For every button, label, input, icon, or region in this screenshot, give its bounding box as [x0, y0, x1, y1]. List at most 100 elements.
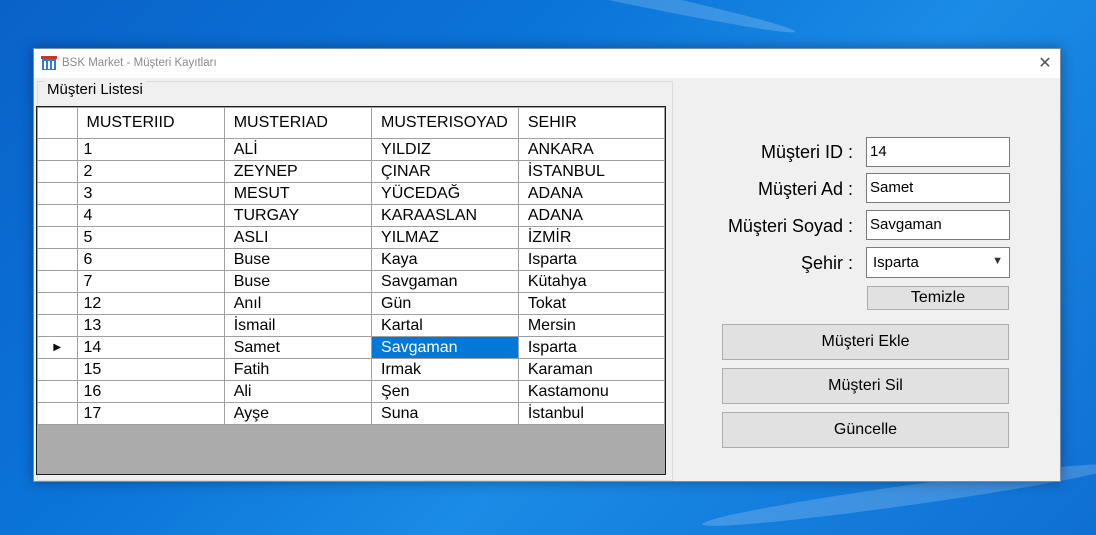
title-bar[interactable]: BSK Market - Müşteri Kayıtları ✕	[34, 49, 1060, 78]
cell-sehir[interactable]: Isparta	[517, 248, 665, 271]
cell-ad[interactable]: MESUT	[223, 182, 373, 205]
cell-sehir[interactable]: İSTANBUL	[517, 160, 665, 183]
market-building-icon	[41, 56, 57, 70]
table-row[interactable]: 15 Fatih Irmak Karaman	[37, 358, 665, 381]
cell-id[interactable]: 16	[76, 380, 225, 403]
cell-soyad-selected[interactable]: Savgaman	[371, 336, 519, 359]
musteri-id-label: Müşteri ID :	[760, 142, 853, 162]
row-header[interactable]	[37, 226, 78, 249]
row-header[interactable]	[37, 182, 78, 205]
table-row[interactable]: 12 Anıl Gün Tokat	[37, 292, 665, 315]
column-header-musteriad[interactable]: MUSTERIAD	[223, 107, 373, 139]
cell-ad[interactable]: Ali	[223, 380, 373, 403]
table-row[interactable]: 1 ALİ YILDIZ ANKARA	[37, 138, 665, 161]
row-header[interactable]	[37, 292, 78, 315]
column-header-musterisoyad[interactable]: MUSTERISOYAD	[371, 107, 519, 139]
table-row[interactable]: 7 Buse Savgaman Kütahya	[37, 270, 665, 293]
table-row[interactable]: 5 ASLI YILMAZ İZMİR	[37, 226, 665, 249]
column-header-musteriid[interactable]: MUSTERIID	[76, 107, 225, 139]
customer-table: MUSTERIID MUSTERIAD MUSTERISOYAD SEHIR 1…	[37, 107, 665, 425]
cell-soyad[interactable]: Şen	[371, 380, 519, 403]
row-header[interactable]	[37, 270, 78, 293]
header-corner[interactable]	[37, 107, 78, 139]
table-row[interactable]: 2 ZEYNEP ÇINAR İSTANBUL	[37, 160, 665, 183]
close-icon[interactable]: ✕	[1030, 49, 1060, 78]
table-row[interactable]: 17 Ayşe Suna İstanbul	[37, 402, 665, 425]
table-row[interactable]: 3 MESUT YÜCEDAĞ ADANA	[37, 182, 665, 205]
cell-soyad[interactable]: Kartal	[371, 314, 519, 337]
cell-id[interactable]: 12	[76, 292, 225, 315]
cell-ad[interactable]: Samet	[223, 336, 373, 359]
row-header[interactable]	[37, 380, 78, 403]
row-header[interactable]	[37, 402, 78, 425]
cell-sehir[interactable]: Karaman	[517, 358, 665, 381]
sehir-select[interactable]: Isparta ▼	[866, 247, 1010, 278]
cell-soyad[interactable]: YILDIZ	[371, 138, 519, 161]
cell-sehir[interactable]: İstanbul	[517, 402, 665, 425]
cell-sehir[interactable]: Tokat	[517, 292, 665, 315]
cell-sehir[interactable]: ANKARA	[517, 138, 665, 161]
cell-sehir[interactable]: ADANA	[517, 204, 665, 227]
cell-ad[interactable]: Fatih	[223, 358, 373, 381]
cell-sehir[interactable]: Isparta	[517, 336, 665, 359]
musteri-id-input[interactable]: 14	[866, 137, 1010, 167]
sehir-selected-value: Isparta	[873, 254, 919, 271]
cell-id[interactable]: 7	[76, 270, 225, 293]
column-header-sehir[interactable]: SEHIR	[517, 107, 665, 139]
cell-id[interactable]: 5	[76, 226, 225, 249]
cell-id[interactable]: 14	[76, 336, 225, 359]
musteri-ad-input[interactable]: Samet	[866, 173, 1010, 203]
cell-ad[interactable]: Ayşe	[223, 402, 373, 425]
cell-ad[interactable]: TURGAY	[223, 204, 373, 227]
musteri-sil-button[interactable]: Müşteri Sil	[722, 368, 1009, 404]
customer-data-grid[interactable]: MUSTERIID MUSTERIAD MUSTERISOYAD SEHIR 1…	[36, 106, 666, 475]
cell-sehir[interactable]: Mersin	[517, 314, 665, 337]
cell-id[interactable]: 2	[76, 160, 225, 183]
cell-ad[interactable]: İsmail	[223, 314, 373, 337]
cell-id[interactable]: 4	[76, 204, 225, 227]
cell-soyad[interactable]: KARAASLAN	[371, 204, 519, 227]
cell-soyad[interactable]: ÇINAR	[371, 160, 519, 183]
cell-sehir[interactable]: Kastamonu	[517, 380, 665, 403]
cell-soyad[interactable]: YILMAZ	[371, 226, 519, 249]
row-header[interactable]	[37, 204, 78, 227]
chevron-down-icon[interactable]: ▼	[992, 255, 1003, 267]
cell-id[interactable]: 15	[76, 358, 225, 381]
cell-ad[interactable]: Buse	[223, 270, 373, 293]
row-header[interactable]	[37, 138, 78, 161]
cell-ad[interactable]: ASLI	[223, 226, 373, 249]
cell-soyad[interactable]: Suna	[371, 402, 519, 425]
cell-id[interactable]: 17	[76, 402, 225, 425]
cell-id[interactable]: 3	[76, 182, 225, 205]
musteri-soyad-input[interactable]: Savgaman	[866, 210, 1010, 240]
musteri-ekle-button[interactable]: Müşteri Ekle	[722, 324, 1009, 360]
cell-soyad[interactable]: Irmak	[371, 358, 519, 381]
main-window: BSK Market - Müşteri Kayıtları ✕ Müşteri…	[33, 48, 1061, 482]
cell-id[interactable]: 13	[76, 314, 225, 337]
cell-ad[interactable]: ZEYNEP	[223, 160, 373, 183]
cell-id[interactable]: 1	[76, 138, 225, 161]
table-row[interactable]: 16 Ali Şen Kastamonu	[37, 380, 665, 403]
cell-sehir[interactable]: Kütahya	[517, 270, 665, 293]
guncelle-button[interactable]: Güncelle	[722, 412, 1009, 448]
cell-ad[interactable]: Buse	[223, 248, 373, 271]
cell-sehir[interactable]: ADANA	[517, 182, 665, 205]
cell-id[interactable]: 6	[76, 248, 225, 271]
cell-soyad[interactable]: Savgaman	[371, 270, 519, 293]
table-row[interactable]: 6 Buse Kaya Isparta	[37, 248, 665, 271]
cell-sehir[interactable]: İZMİR	[517, 226, 665, 249]
table-row[interactable]: 13 İsmail Kartal Mersin	[37, 314, 665, 337]
row-header[interactable]	[37, 160, 78, 183]
table-row[interactable]: 4 TURGAY KARAASLAN ADANA	[37, 204, 665, 227]
table-row-current[interactable]: ▶ 14 Samet Savgaman Isparta	[37, 336, 665, 359]
cell-ad[interactable]: Anıl	[223, 292, 373, 315]
cell-ad[interactable]: ALİ	[223, 138, 373, 161]
row-header[interactable]	[37, 358, 78, 381]
row-header[interactable]	[37, 314, 78, 337]
row-header[interactable]	[37, 248, 78, 271]
cell-soyad[interactable]: Gün	[371, 292, 519, 315]
cell-soyad[interactable]: Kaya	[371, 248, 519, 271]
temizle-button[interactable]: Temizle	[867, 286, 1009, 310]
cell-soyad[interactable]: YÜCEDAĞ	[371, 182, 519, 205]
current-row-arrow-icon[interactable]: ▶	[37, 336, 78, 359]
